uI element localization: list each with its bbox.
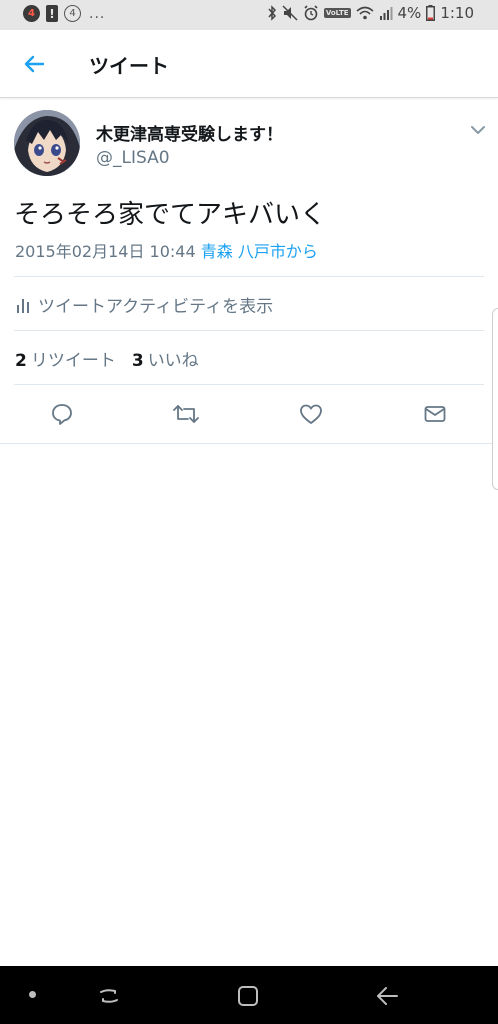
alarm-icon <box>303 5 319 21</box>
retweet-stat-label: リツイート <box>30 351 116 371</box>
wifi-icon <box>355 6 374 20</box>
direct-message-button[interactable] <box>421 400 449 428</box>
alert-icon: ! <box>46 5 58 22</box>
recent-apps-button[interactable] <box>96 983 122 1009</box>
author-handle[interactable]: @_LISA0 <box>96 148 170 168</box>
status-bar: 4 ! 4 ... VoLTE 4% 1:10 <box>0 0 498 30</box>
retweet-count: 2 <box>15 351 27 371</box>
more-notifications-indicator: ... <box>89 5 106 22</box>
bluetooth-icon <box>267 5 277 21</box>
reply-bubble-icon <box>52 404 72 425</box>
tweet-activity-label: ツイートアクティビティを表示 <box>38 297 274 317</box>
chevron-down-icon <box>471 126 485 134</box>
clock: 1:10 <box>440 4 474 22</box>
home-icon <box>238 986 258 1006</box>
retweet-stat[interactable]: 2 リツイート <box>15 346 116 371</box>
like-button[interactable] <box>297 400 325 428</box>
like-count: 3 <box>131 351 144 371</box>
system-navigation-bar <box>0 966 498 1024</box>
battery-percent: 4% <box>397 4 422 22</box>
battery-icon <box>426 5 436 21</box>
status-bar-system: VoLTE 4% 1:10 <box>267 4 474 22</box>
home-button[interactable] <box>235 983 261 1009</box>
heart-icon <box>300 404 322 424</box>
status-bar-notifications: 4 ! 4 ... <box>23 5 105 22</box>
bar-chart-icon <box>17 298 29 313</box>
notification-badge-icon: 4 <box>23 5 40 22</box>
avatar[interactable] <box>14 110 80 176</box>
like-stat-label: いいね <box>147 351 199 371</box>
tweet-text: そろそろ家でてアキバいく <box>14 200 327 230</box>
tweet-activity-link[interactable]: ツイートアクティビティを表示 <box>16 292 273 317</box>
divider <box>14 330 484 331</box>
like-stat[interactable]: 3 いいね <box>132 346 199 371</box>
reply-button[interactable] <box>48 400 76 428</box>
author-display-name[interactable]: 木更津高専受験します！ <box>96 120 283 145</box>
tweet-stats: 2 リツイート 3 いいね <box>15 346 199 371</box>
tweet-menu-button[interactable] <box>468 120 488 140</box>
tweet-meta: 2015年02月14日 10:44 青森 八戸市から <box>15 238 318 262</box>
tweet-location-link[interactable]: 青森 八戸市から <box>201 242 318 261</box>
envelope-icon <box>424 406 446 422</box>
notification-count-icon: 4 <box>64 5 81 22</box>
retweet-button[interactable] <box>172 400 200 428</box>
top-app-bar: ツイート <box>0 30 498 98</box>
back-arrow-icon <box>377 987 398 1005</box>
volte-icon: VoLTE <box>323 8 351 18</box>
mute-icon <box>282 5 298 21</box>
page-title: ツイート <box>89 54 169 78</box>
recent-apps-icon <box>100 989 118 1003</box>
nav-hide-dot-icon[interactable] <box>29 991 36 998</box>
tweet-timestamp: 2015年02月14日 10:44 <box>15 242 196 261</box>
divider <box>0 443 498 444</box>
signal-icon <box>379 6 393 20</box>
edge-panel-handle[interactable] <box>492 308 498 490</box>
divider <box>14 384 484 385</box>
arrow-left-icon <box>24 55 45 73</box>
divider <box>14 276 484 277</box>
back-button[interactable] <box>20 50 48 78</box>
retweet-icon <box>173 405 199 423</box>
back-nav-button[interactable] <box>374 983 400 1009</box>
